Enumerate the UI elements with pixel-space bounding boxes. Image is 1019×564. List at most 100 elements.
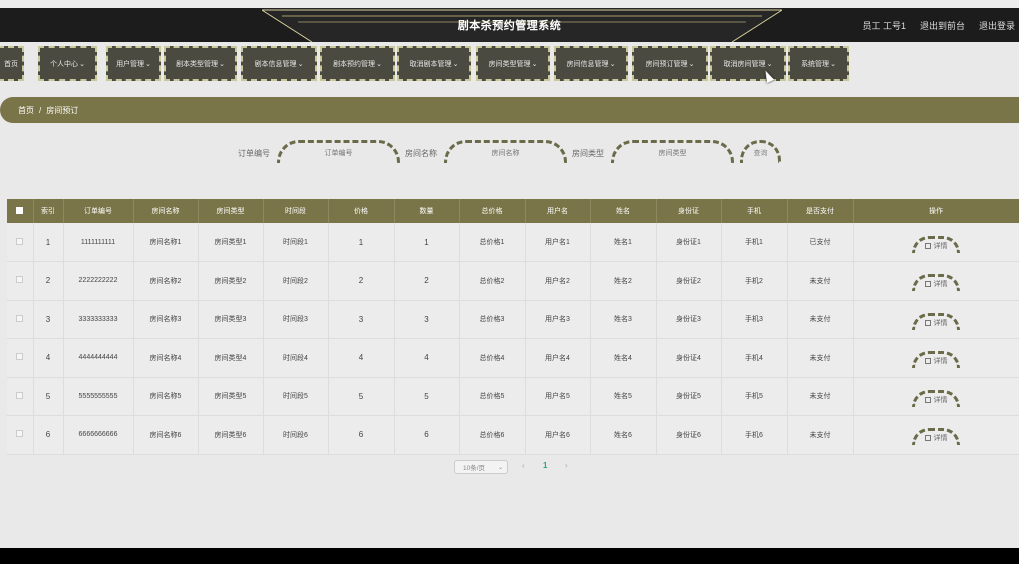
cell-price: 3: [328, 300, 395, 339]
cell-time-slot: 时间段6: [263, 415, 329, 455]
row-checkbox[interactable]: [16, 276, 24, 284]
table-row[interactable]: 2 2222222222 房间名称2 房间类型2 时间段2 2 2 总价格2 用户名2 姓名2 身份…: [7, 261, 1019, 301]
nav-item-user-mgmt[interactable]: 用户管理 ⌄: [106, 46, 161, 81]
cell-phone: 手机2: [721, 261, 788, 301]
select-all-checkbox[interactable]: [16, 206, 24, 214]
table-row[interactable]: 6 6666666666 房间名称6 房间类型6 时间段6 6 6 总价格6 用户名6 姓名6 身份…: [7, 415, 1019, 455]
detail-label: 详情: [933, 242, 948, 250]
column-header-time-slot: 时间段: [263, 199, 329, 223]
top-strip: [0, 0, 1019, 8]
select-all-cell: [7, 199, 34, 223]
chevron-down-icon: ⌄: [609, 60, 616, 68]
prev-page-button[interactable]: ‹: [522, 461, 525, 470]
table-row[interactable]: 4 4444444444 房间名称4 房间类型4 时间段4 4 4 总价格4 用户名4 姓名4 身份…: [7, 338, 1019, 378]
chevron-down-icon: ⌄: [688, 60, 695, 68]
nav-item-label: 剧本预约管理: [333, 60, 376, 68]
row-checkbox[interactable]: [16, 430, 24, 438]
nav-item-room-type-mgmt[interactable]: 房间类型管理 ⌄: [476, 46, 550, 81]
orders-table: 索引 订单编号 房间名称 房间类型 时间段 价格 数量 总价格 用户名 姓名 身份证 手机 是否支付 操作…: [7, 199, 1019, 455]
cell-id-card: 身份证4: [656, 338, 722, 378]
table-row[interactable]: 1 1111111111 房间名称1 房间类型1 时间段1 1 1 总价格1 用户名1 姓名1 身份…: [7, 223, 1019, 262]
detail-button[interactable]: 详情: [912, 235, 960, 253]
header-links: 员工 工号1 退出到前台 退出登录: [862, 19, 1015, 32]
row-checkbox[interactable]: [16, 237, 24, 245]
nav-item-personal-center[interactable]: 个人中心 ⌄: [38, 46, 97, 81]
nav-item-script-booking-mgmt[interactable]: 剧本预约管理 ⌄: [320, 46, 395, 81]
column-header-phone: 手机: [721, 199, 788, 223]
row-select-cell: [7, 300, 34, 339]
cell-name: 姓名6: [590, 415, 657, 455]
column-header-order-number: 订单编号: [63, 199, 134, 223]
next-page-button[interactable]: ›: [565, 461, 568, 470]
cell-username: 用户名5: [525, 377, 591, 416]
cell-quantity: 4: [394, 338, 460, 378]
room-type-input[interactable]: [611, 140, 734, 163]
breadcrumb-current: 房间预订: [46, 105, 79, 115]
table-row[interactable]: 5 5555555555 房间名称5 房间类型5 时间段5 5 5 总价格5 用户名5 姓名5 身份…: [7, 377, 1019, 416]
chevron-down-icon: ⌄: [497, 464, 503, 471]
cell-paid-status: 已支付: [787, 223, 854, 262]
nav-item-room-info-mgmt[interactable]: 房间信息管理 ⌄: [554, 46, 628, 81]
nav-item-cancel-room-mgmt[interactable]: 取消房间管理 ⌄: [710, 46, 786, 81]
cell-username: 用户名2: [525, 261, 591, 301]
cell-quantity: 1: [394, 223, 460, 262]
detail-button[interactable]: 详情: [912, 389, 960, 407]
cell-total-price: 总价格5: [459, 377, 526, 416]
cell-name: 姓名4: [590, 338, 657, 378]
column-header-quantity: 数量: [394, 199, 460, 223]
cell-price: 2: [328, 261, 395, 301]
table-row[interactable]: 3 3333333333 房间名称3 房间类型3 时间段3 3 3 总价格3 用户名3 姓名3 身份…: [7, 300, 1019, 339]
nav-item-room-booking-mgmt[interactable]: 房间预订管理 ⌄: [632, 46, 708, 81]
chevron-down-icon: ⌄: [531, 60, 538, 68]
cell-order-number: 1111111111: [63, 223, 134, 262]
row-checkbox[interactable]: [16, 314, 24, 322]
nav-item-home[interactable]: 首页: [0, 46, 24, 81]
row-select-cell: [7, 223, 34, 262]
detail-icon: [924, 319, 931, 326]
row-select-cell: [7, 377, 34, 416]
row-checkbox[interactable]: [16, 353, 24, 361]
cell-time-slot: 时间段3: [263, 300, 329, 339]
chevron-down-icon: ⌄: [766, 60, 773, 68]
detail-button[interactable]: 详情: [912, 428, 960, 446]
cell-phone: 手机3: [721, 300, 788, 339]
cell-room-name: 房间名称6: [133, 415, 199, 455]
detail-button[interactable]: 详情: [912, 351, 960, 369]
cell-total-price: 总价格2: [459, 261, 526, 301]
detail-button[interactable]: 详情: [912, 274, 960, 292]
order-number-input[interactable]: [277, 140, 400, 163]
cell-order-number: 4444444444: [63, 338, 134, 378]
breadcrumb-separator: /: [39, 105, 42, 115]
detail-button[interactable]: 详情: [912, 312, 960, 330]
room-name-input[interactable]: [444, 140, 567, 163]
nav-item-script-type-mgmt[interactable]: 剧本类型管理 ⌄: [164, 46, 237, 81]
cell-order-number: 2222222222: [63, 261, 134, 301]
exit-to-front-link[interactable]: 退出到前台: [920, 19, 965, 32]
nav-item-cancel-script-mgmt[interactable]: 取消剧本管理 ⌄: [397, 46, 471, 81]
cell-name: 姓名3: [590, 300, 657, 339]
cell-room-name: 房间名称3: [133, 300, 199, 339]
query-button[interactable]: 查询: [740, 140, 781, 163]
cell-id-card: 身份证2: [656, 261, 722, 301]
nav-item-label: 系统管理: [801, 60, 830, 68]
cell-order-number: 6666666666: [63, 415, 134, 455]
breadcrumb-home[interactable]: 首页: [18, 105, 34, 116]
cell-time-slot: 时间段4: [263, 338, 329, 378]
nav-item-system-mgmt[interactable]: 系统管理 ⌄: [788, 46, 849, 81]
cell-actions: 详情: [853, 377, 1019, 416]
cell-username: 用户名3: [525, 300, 591, 339]
current-page[interactable]: 1: [543, 461, 547, 470]
cell-phone: 手机1: [721, 223, 788, 262]
row-select-cell: [7, 261, 34, 301]
page-size-select[interactable]: 10条/页 ⌄: [454, 460, 508, 474]
detail-label: 详情: [933, 319, 948, 327]
row-checkbox[interactable]: [16, 391, 24, 399]
column-header-index: 索引: [33, 199, 64, 223]
nav-item-script-info-mgmt[interactable]: 剧本信息管理 ⌄: [241, 46, 317, 81]
table-header-row: 索引 订单编号 房间名称 房间类型 时间段 价格 数量 总价格 用户名 姓名 身份证 手机 是否支付 操作: [7, 199, 1019, 223]
logout-link[interactable]: 退出登录: [979, 19, 1015, 32]
detail-label: 详情: [933, 435, 948, 443]
cell-paid-status: 未支付: [787, 415, 854, 455]
cell-index: 6: [33, 415, 64, 455]
cell-index: 3: [33, 300, 64, 339]
